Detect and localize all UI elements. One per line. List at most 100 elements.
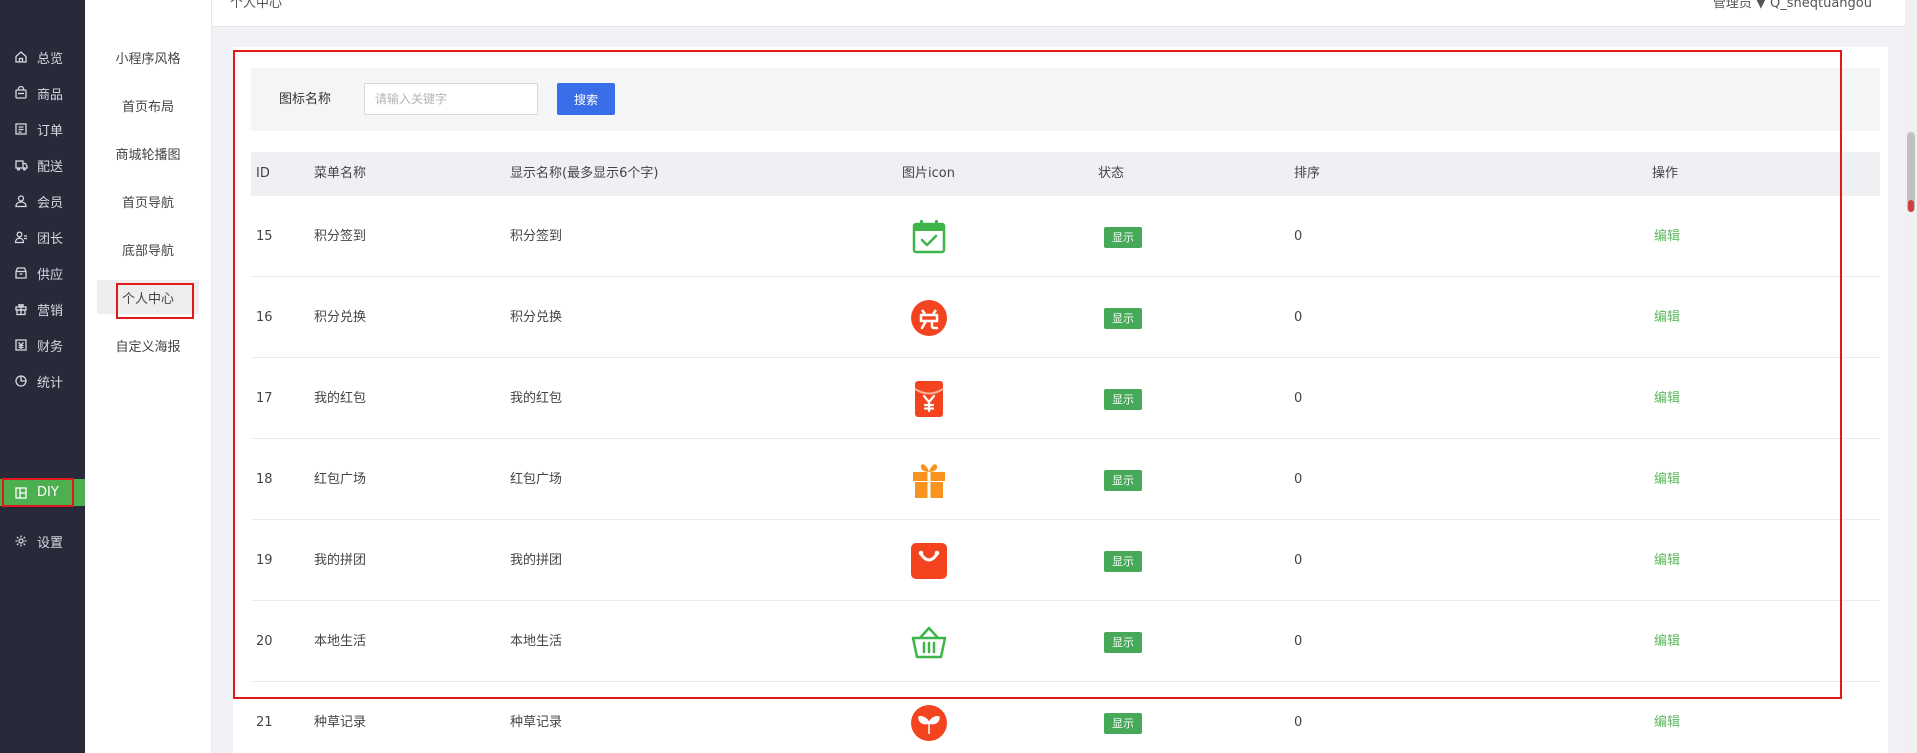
row-id: 21: [256, 715, 273, 730]
row-display-name: 种草记录: [510, 715, 563, 730]
nav-item-label: DIY: [37, 485, 59, 500]
layout-icon: [14, 486, 28, 500]
search-input[interactable]: [364, 83, 538, 115]
nav-item-finance[interactable]: 财务: [0, 328, 85, 362]
order-icon: [14, 122, 28, 136]
row-id: 16: [256, 310, 273, 325]
status-badge: 显示: [1104, 227, 1142, 248]
status-badge: 显示: [1104, 389, 1142, 410]
table-row: 19 我的拼团 我的拼团 显示 0 编辑: [251, 520, 1880, 601]
row-display-name: 红包广场: [510, 472, 563, 487]
member-icon: [14, 194, 28, 208]
table-row: 18 红包广场 红包广场 显示 0 编辑: [251, 439, 1880, 520]
delivery-icon: [14, 158, 28, 172]
edit-link[interactable]: 编辑: [1654, 682, 1680, 753]
supply-icon: [14, 266, 28, 280]
column-header-id: ID: [256, 166, 270, 181]
row-sort: 0: [1294, 472, 1303, 487]
table-row: 17 我的红包 我的红包 显示 0 编辑: [251, 358, 1880, 439]
row-display-name: 本地生活: [510, 634, 563, 649]
row-display-name: 积分兑换: [510, 310, 563, 325]
table-row: 16 积分兑换 积分兑换 显示 0 编辑: [251, 277, 1880, 358]
nav-item-leader[interactable]: 团长: [0, 220, 85, 254]
row-menu-name: 我的拼团: [314, 553, 367, 568]
row-display-name: 积分签到: [510, 229, 563, 244]
row-menu-name: 积分兑换: [314, 310, 367, 325]
sprout-icon: [910, 704, 948, 742]
nav-item-settings[interactable]: 设置: [0, 524, 85, 558]
chart-icon: [14, 374, 28, 388]
column-header-action: 操作: [1652, 166, 1679, 181]
column-header-status: 状态: [1098, 166, 1125, 181]
row-sort: 0: [1294, 553, 1303, 568]
edit-link[interactable]: 编辑: [1654, 520, 1680, 601]
nav-item-order[interactable]: 订单: [0, 112, 85, 146]
edit-link[interactable]: 编辑: [1654, 196, 1680, 277]
shopping-bag-icon: [910, 542, 948, 580]
row-sort: 0: [1294, 634, 1303, 649]
sub-nav-item-personal-center[interactable]: 个人中心: [97, 280, 199, 314]
sub-nav-item[interactable]: 小程序风格: [97, 40, 199, 74]
finance-icon: [14, 338, 28, 352]
column-header-icon: 图片icon: [902, 166, 955, 181]
row-id: 19: [256, 553, 273, 568]
nav-item-label: 订单: [37, 123, 64, 139]
nav-item-label: 供应: [37, 267, 64, 283]
search-button[interactable]: 搜索: [557, 83, 615, 115]
sub-nav-item[interactable]: 自定义海报: [97, 328, 199, 362]
nav-item-member[interactable]: 会员: [0, 184, 85, 218]
column-header-sort: 排序: [1294, 166, 1321, 181]
main-content: 图标名称 搜索 ID 菜单名称 显示名称(最多显示6个字) 图片icon 状态 …: [233, 47, 1888, 753]
goods-icon: [14, 86, 28, 100]
row-id: 18: [256, 472, 273, 487]
row-sort: 0: [1294, 391, 1303, 406]
nav-item-label: 会员: [37, 195, 64, 211]
nav-item-overview[interactable]: 总览: [0, 40, 85, 74]
nav-item-diy[interactable]: DIY: [0, 479, 85, 506]
column-header-menu-name: 菜单名称: [314, 166, 367, 181]
sub-nav-item[interactable]: 底部导航: [97, 232, 199, 266]
nav-item-marketing[interactable]: 营销: [0, 292, 85, 326]
nav-item-goods[interactable]: 商品: [0, 76, 85, 110]
sub-sidebar: 小程序风格 首页布局 商城轮播图 首页导航 底部导航 个人中心 自定义海报: [85, 0, 212, 753]
edit-link[interactable]: 编辑: [1654, 439, 1680, 520]
row-id: 15: [256, 229, 273, 244]
gift-icon: [14, 302, 28, 316]
sub-nav-item[interactable]: 首页布局: [97, 88, 199, 122]
row-id: 20: [256, 634, 273, 649]
column-header-display-name: 显示名称(最多显示6个字): [510, 166, 659, 181]
row-menu-name: 本地生活: [314, 634, 367, 649]
edit-link[interactable]: 编辑: [1654, 277, 1680, 358]
gear-icon: [14, 534, 28, 548]
exchange-icon: [910, 299, 948, 337]
nav-item-label: 团长: [37, 231, 64, 247]
nav-item-label: 统计: [37, 375, 64, 391]
user-menu[interactable]: 管理员 ▼ Q_sheqtuangou: [1713, 0, 1872, 11]
page-scrollbar[interactable]: [1905, 0, 1917, 753]
row-display-name: 我的拼团: [510, 553, 563, 568]
nav-item-label: 配送: [37, 159, 64, 175]
nav-item-supply[interactable]: 供应: [0, 256, 85, 290]
nav-item-label: 设置: [37, 535, 64, 551]
main-sidebar: 总览 商品 订单 配送 会员 团长 供应 营销 财务 统计 DIY 设置: [0, 0, 85, 753]
edit-link[interactable]: 编辑: [1654, 601, 1680, 682]
leader-icon: [14, 230, 28, 244]
edit-link[interactable]: 编辑: [1654, 358, 1680, 439]
nav-item-label: 商品: [37, 87, 64, 103]
row-sort: 0: [1294, 715, 1303, 730]
nav-item-statistics[interactable]: 统计: [0, 364, 85, 398]
table-row: 20 本地生活 本地生活 显示 0 编辑: [251, 601, 1880, 682]
nav-item-label: 财务: [37, 339, 64, 355]
status-badge: 显示: [1104, 470, 1142, 491]
row-menu-name: 我的红包: [314, 391, 367, 406]
nav-item-delivery[interactable]: 配送: [0, 148, 85, 182]
row-menu-name: 积分签到: [314, 229, 367, 244]
sub-nav-item[interactable]: 首页导航: [97, 184, 199, 218]
basket-icon: [910, 623, 948, 661]
row-menu-name: 红包广场: [314, 472, 367, 487]
sub-nav-item[interactable]: 商城轮播图: [97, 136, 199, 170]
status-badge: 显示: [1104, 308, 1142, 329]
search-bar: 图标名称 搜索: [251, 68, 1880, 131]
row-display-name: 我的红包: [510, 391, 563, 406]
row-sort: 0: [1294, 310, 1303, 325]
